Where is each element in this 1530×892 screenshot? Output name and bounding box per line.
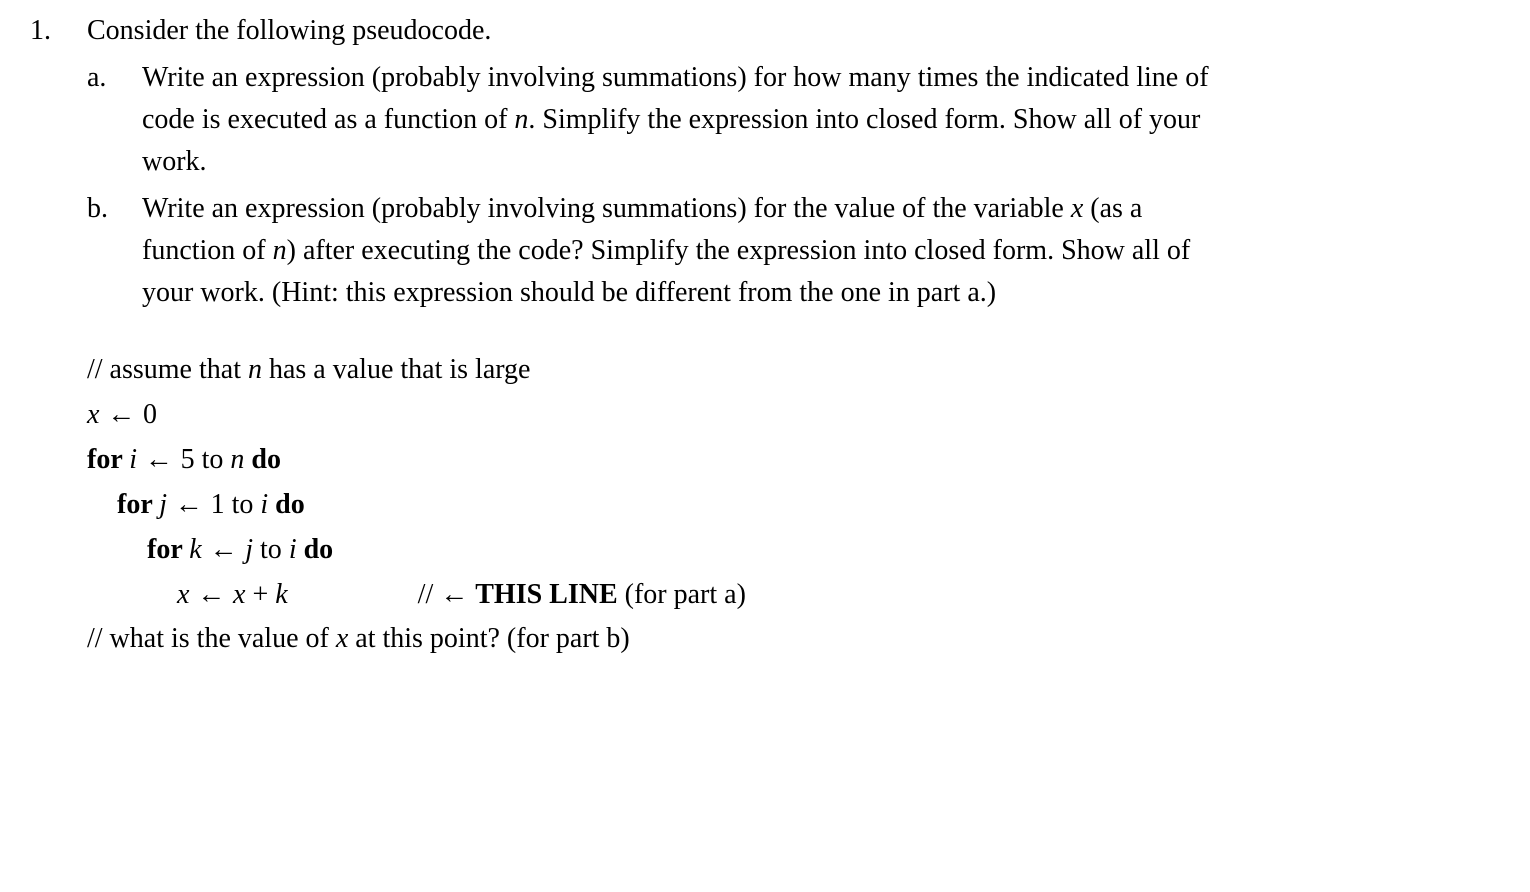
code-for-j: for j ← 1 to i do — [87, 483, 1497, 526]
comment-prefix: // ← — [418, 579, 476, 610]
text-plain: has a value that is large — [262, 354, 531, 385]
var-n: n — [230, 444, 244, 475]
keyword-do: do — [244, 444, 281, 475]
code-comment-assume: // assume that n has a value that is lar… — [87, 349, 1497, 391]
text-plain: 5 to — [181, 444, 231, 475]
arrow-icon: ← — [189, 578, 233, 609]
plus-op: + — [245, 579, 275, 610]
text-plain: // assume that — [87, 354, 248, 385]
sub-item-a: a. Write an expression (probably involvi… — [87, 57, 1497, 183]
code-for-i: for i ← 5 to n do — [87, 438, 1497, 481]
var-j: j — [159, 489, 167, 520]
problem-number: 1. — [30, 10, 80, 52]
literal-zero: 0 — [143, 399, 157, 430]
arrow-icon: ← — [99, 398, 143, 429]
var-x: x — [87, 399, 99, 430]
text-plain: // what is the value of — [87, 623, 336, 654]
keyword-do: do — [297, 534, 334, 565]
keyword-for: for — [117, 489, 159, 520]
var-x: x — [336, 623, 348, 654]
code-body-line: x ← x + k // ← THIS LINE (for part a) — [87, 573, 1497, 616]
var-x: x — [1071, 193, 1083, 224]
var-i: i — [289, 534, 297, 565]
problem-intro: Consider the following pseudocode. — [87, 10, 1497, 52]
keyword-for: for — [147, 534, 189, 565]
sub-letter-a: a. — [87, 57, 135, 99]
var-x: x — [177, 579, 189, 610]
sub-text-b: Write an expression (probably involving … — [142, 188, 1242, 314]
var-j: j — [245, 534, 253, 565]
text-plain: Write an expression (probably involving … — [142, 193, 1071, 224]
code-for-k: for k ← j to i do — [87, 528, 1497, 571]
problem-content: Consider the following pseudocode. a. Wr… — [87, 10, 1497, 662]
comment-suffix: (for part a) — [618, 579, 746, 610]
var-n: n — [248, 354, 262, 385]
var-k: k — [189, 534, 201, 565]
text-plain: to — [253, 534, 289, 565]
var-n: n — [273, 235, 287, 266]
arrow-icon: ← — [202, 533, 246, 564]
sub-letter-b: b. — [87, 188, 135, 230]
var-n: n — [514, 104, 528, 135]
pseudocode-block: // assume that n has a value that is lar… — [87, 349, 1497, 660]
arrow-icon: ← — [137, 443, 181, 474]
var-i: i — [260, 489, 268, 520]
sub-item-b: b. Write an expression (probably involvi… — [87, 188, 1497, 314]
var-k: k — [275, 579, 287, 610]
code-assign-x: x ← 0 — [87, 393, 1497, 436]
var-x: x — [233, 579, 245, 610]
text-plain: 1 to — [211, 489, 261, 520]
sub-text-a: Write an expression (probably involving … — [142, 57, 1242, 183]
comment-emphasis: THIS LINE — [475, 579, 617, 610]
var-i: i — [129, 444, 137, 475]
code-comment-value: // what is the value of x at this point?… — [87, 618, 1497, 660]
problem-block: 1. Consider the following pseudocode. a.… — [30, 10, 1500, 662]
text-plain: at this point? (for part b) — [348, 623, 629, 654]
arrow-icon: ← — [167, 488, 211, 519]
text-plain: ) after executing the code? Simplify the… — [142, 235, 1190, 308]
keyword-do: do — [268, 489, 305, 520]
keyword-for: for — [87, 444, 129, 475]
